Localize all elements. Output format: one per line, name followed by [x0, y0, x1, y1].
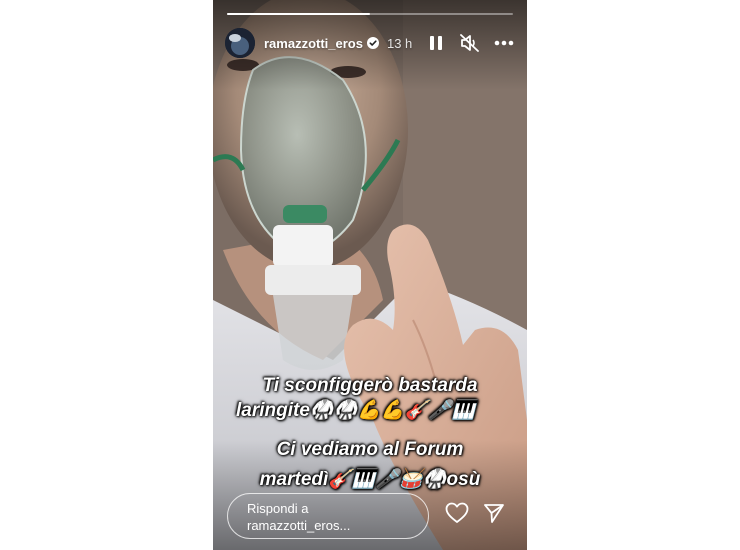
- mute-button[interactable]: [459, 32, 481, 54]
- story-header: ramazzotti_eros 13 h: [225, 28, 515, 58]
- story-progress-bar: [227, 13, 513, 15]
- send-icon: [484, 504, 504, 523]
- like-button[interactable]: [444, 500, 470, 526]
- share-button[interactable]: [481, 500, 507, 526]
- story-progress-fill: [227, 13, 370, 15]
- verified-badge-icon: [366, 37, 379, 49]
- more-horizontal-icon: [494, 40, 514, 46]
- pause-button[interactable]: [425, 32, 447, 54]
- story-viewer[interactable]: ramazzotti_eros 13 h Ti sconfiggerò bast…: [213, 0, 527, 550]
- caption-line-2: laringite🥋🥋💪💪🎸🎤🎹: [236, 400, 476, 421]
- username[interactable]: ramazzotti_eros: [264, 36, 363, 51]
- pause-icon: [430, 36, 442, 50]
- post-time: 13 h: [386, 35, 413, 51]
- reply-input[interactable]: Rispondi a ramazzotti_eros...: [227, 493, 429, 539]
- caption-line-4: martedì🎸🎹🎤🥁🥋osù: [259, 469, 481, 490]
- reply-placeholder-line-1: Rispondi a: [247, 501, 309, 516]
- caption-line-1: Ti sconfiggerò bastarda: [262, 375, 478, 396]
- avatar[interactable]: [225, 28, 255, 58]
- more-options-button[interactable]: [493, 32, 515, 54]
- caption-line-3: Ci vediamo al Forum: [276, 439, 464, 460]
- avatar-image: [225, 28, 255, 58]
- heart-icon: [445, 502, 469, 523]
- muted-speaker-icon: [460, 34, 479, 52]
- reply-placeholder-line-2: ramazzotti_eros...: [247, 518, 351, 533]
